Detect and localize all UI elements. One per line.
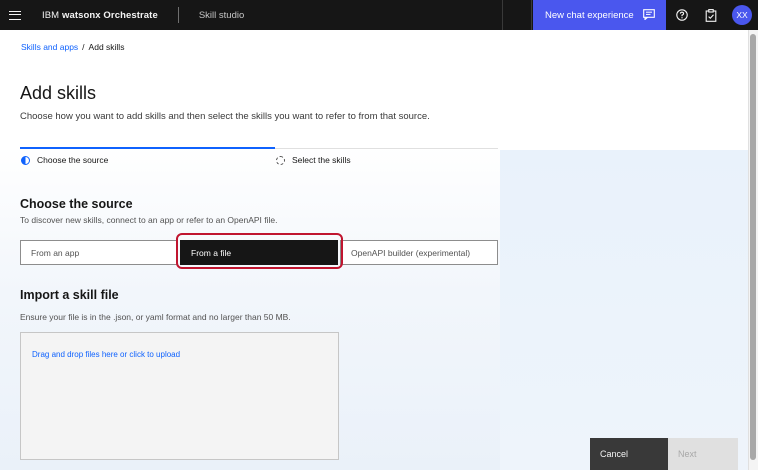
breadcrumb-link-skills-and-apps[interactable]: Skills and apps [21,42,78,52]
brand-prefix: IBM [42,9,60,21]
menu-icon [9,10,21,20]
source-option-from-an-app[interactable]: From an app [20,240,178,265]
section-name: Skill studio [198,9,245,21]
source-option-openapi-builder[interactable]: OpenAPI builder (experimental) [340,240,498,265]
current-step-icon [21,155,30,165]
breadcrumb-separator: / [82,42,85,52]
source-section-title: Choose the source [20,197,133,211]
selection-highlight [176,233,343,269]
page-title: Add skills [20,83,97,103]
help-icon [676,9,688,21]
step-choose-the-source[interactable]: Choose the source [21,155,108,165]
step-label: Choose the source [37,155,109,165]
progress-step-indicator-pending [275,148,498,149]
progress-step-indicator-current [20,147,275,149]
incomplete-step-icon [276,155,285,165]
brand-name: watsonx Orchestrate [61,9,158,21]
import-section-description: Ensure your file is in the .json, or yam… [20,312,291,322]
new-chat-experience-button[interactable]: New chat experience [533,0,666,30]
help-button[interactable] [668,0,696,30]
step-select-the-skills[interactable]: Select the skills [276,155,351,165]
header-blank-slot [502,0,532,30]
page-description: Choose how you want to add skills and th… [20,111,430,122]
step-label: Select the skills [292,155,351,165]
menu-button[interactable] [0,0,30,30]
import-section-title: Import a skill file [20,288,119,302]
chat-icon [643,9,655,20]
task-button[interactable] [697,0,725,30]
breadcrumb: Skills and apps / Add skills [21,42,124,52]
file-upload-dropzone[interactable]: Drag and drop files here or click to upl… [20,332,339,460]
breadcrumb-current: Add skills [88,42,125,52]
product-name[interactable]: IBM watsonx Orchestrate [42,10,158,21]
clipboard-check-icon [705,8,717,22]
user-avatar[interactable]: XX [732,5,752,25]
cancel-button[interactable]: Cancel [590,438,668,470]
new-chat-label: New chat experience [545,9,634,21]
source-section-description: To discover new skills, connect to an ap… [20,215,278,225]
decorative-gradient [500,150,748,470]
upload-link[interactable]: Drag and drop files here or click to upl… [32,350,180,359]
scrollbar-thumb[interactable] [750,34,756,460]
next-button[interactable]: Next [668,438,738,470]
header-divider [177,7,179,23]
